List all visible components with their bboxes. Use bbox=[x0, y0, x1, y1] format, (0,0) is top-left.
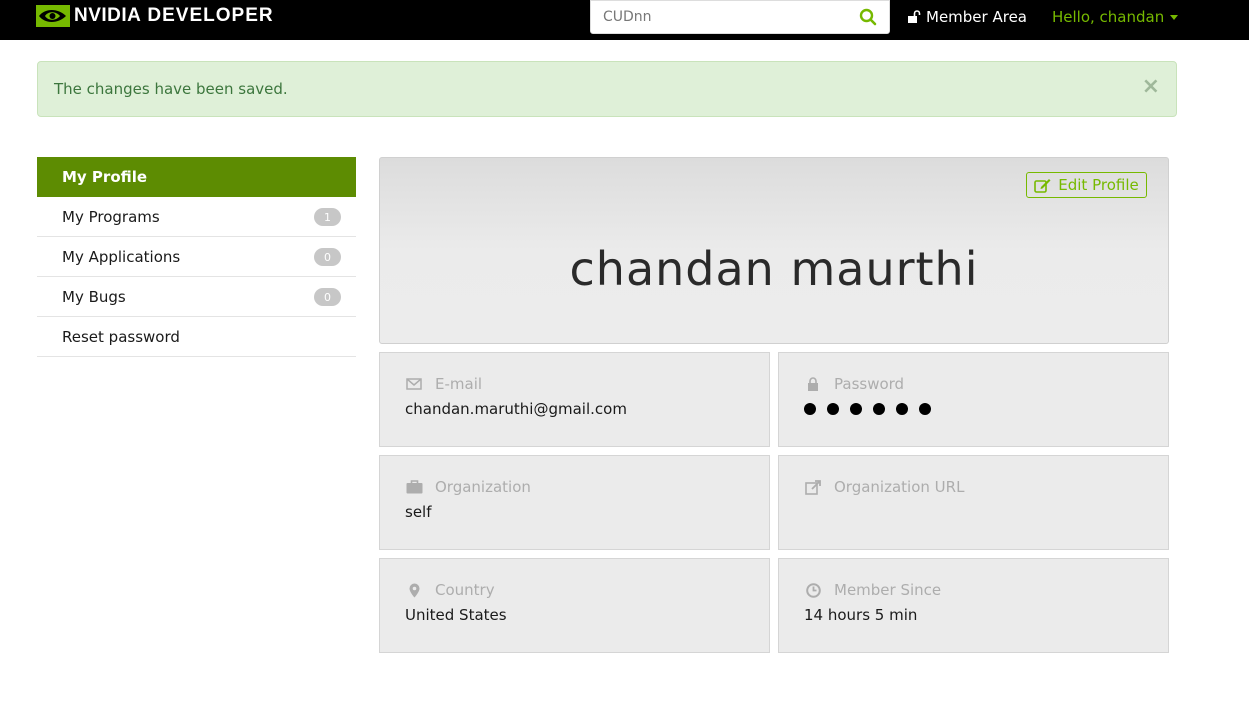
organization-card: Organization self bbox=[379, 455, 770, 550]
member-since-value: 14 hours 5 min bbox=[804, 606, 918, 624]
count-badge: 0 bbox=[314, 288, 341, 306]
password-label-row: Password bbox=[804, 375, 904, 393]
sidebar-item-label: My Applications bbox=[62, 247, 181, 266]
password-dot bbox=[896, 403, 908, 415]
nvidia-developer-logo[interactable]: NVIDIA DEVELOPER bbox=[36, 4, 274, 28]
sidebar-item-reset-password[interactable]: Reset password bbox=[37, 317, 356, 357]
envelope-icon bbox=[405, 376, 423, 392]
sidebar-item-my-programs[interactable]: My Programs 1 bbox=[37, 197, 356, 237]
profile-header: Edit Profile chandan maurthi bbox=[379, 157, 1169, 344]
search-icon[interactable] bbox=[859, 8, 877, 26]
organization-label-row: Organization bbox=[405, 478, 531, 496]
logo-product: DEVELOPER bbox=[147, 5, 274, 26]
edit-profile-button[interactable]: Edit Profile bbox=[1026, 172, 1147, 198]
member-since-label-row: Member Since bbox=[804, 581, 941, 599]
member-area-link[interactable]: Member Area bbox=[907, 7, 1027, 27]
sidebar-item-my-profile[interactable]: My Profile bbox=[37, 157, 356, 197]
member-since-label: Member Since bbox=[834, 581, 942, 599]
sidebar-item-label: My Programs bbox=[62, 207, 160, 226]
email-label: E-mail bbox=[435, 375, 483, 393]
user-greeting: Hello, chandan bbox=[1052, 8, 1165, 26]
count-badge: 1 bbox=[314, 208, 341, 226]
count-badge: 0 bbox=[314, 248, 341, 266]
password-card: Password bbox=[778, 352, 1169, 447]
member-area-label: Member Area bbox=[926, 8, 1027, 26]
password-dot bbox=[804, 403, 816, 415]
country-label-row: Country bbox=[405, 581, 495, 599]
profile-name: chandan maurthi bbox=[569, 242, 979, 296]
sidebar-item-my-bugs[interactable]: My Bugs 0 bbox=[37, 277, 356, 317]
organization-url-label-row: Organization URL bbox=[804, 478, 964, 496]
password-dot bbox=[827, 403, 839, 415]
search-input[interactable] bbox=[591, 1, 851, 33]
nvidia-eye-icon bbox=[36, 5, 70, 27]
member-since-card: Member Since 14 hours 5 min bbox=[778, 558, 1169, 653]
country-value: United States bbox=[405, 606, 507, 624]
organization-url-card: Organization URL bbox=[778, 455, 1169, 550]
country-card: Country United States bbox=[379, 558, 770, 653]
password-dot bbox=[919, 403, 931, 415]
sidebar-item-label: My Bugs bbox=[62, 287, 126, 306]
email-label-row: E-mail bbox=[405, 375, 482, 393]
password-masked-value bbox=[804, 403, 942, 415]
success-alert: The changes have been saved. × bbox=[37, 61, 1177, 117]
country-label: Country bbox=[435, 581, 495, 599]
sidebar-item-my-applications[interactable]: My Applications 0 bbox=[37, 237, 356, 277]
unlock-icon bbox=[908, 10, 921, 23]
lock-icon bbox=[804, 376, 822, 392]
sidebar-item-label: My Profile bbox=[62, 168, 148, 186]
password-dot bbox=[850, 403, 862, 415]
search-box bbox=[590, 0, 890, 34]
profile-sidebar: My Profile My Programs 1 My Applications… bbox=[37, 157, 356, 357]
external-link-icon bbox=[804, 479, 822, 495]
email-value: chandan.maruthi@gmail.com bbox=[405, 400, 627, 418]
edit-icon bbox=[1034, 178, 1051, 193]
sidebar-item-label: Reset password bbox=[62, 327, 180, 346]
caret-down-icon bbox=[1170, 14, 1179, 20]
email-card: E-mail chandan.maruthi@gmail.com bbox=[379, 352, 770, 447]
alert-message: The changes have been saved. bbox=[54, 80, 288, 98]
organization-label: Organization bbox=[435, 478, 531, 496]
organization-url-label: Organization URL bbox=[834, 478, 965, 496]
logo-brand: NVIDIA bbox=[74, 5, 142, 26]
top-navbar: NVIDIADEVELOPER Member Area Hello, chand… bbox=[0, 0, 1249, 40]
password-label: Password bbox=[834, 375, 905, 393]
user-menu-dropdown[interactable]: Hello, chandan bbox=[1052, 7, 1179, 27]
edit-profile-label: Edit Profile bbox=[1058, 176, 1139, 194]
clock-icon bbox=[804, 582, 822, 598]
organization-value: self bbox=[405, 503, 432, 521]
logo-text: NVIDIA DEVELOPER bbox=[74, 5, 274, 27]
map-marker-icon bbox=[405, 582, 423, 598]
password-dot bbox=[873, 403, 885, 415]
close-icon[interactable]: × bbox=[1142, 76, 1160, 98]
briefcase-icon bbox=[405, 479, 423, 495]
